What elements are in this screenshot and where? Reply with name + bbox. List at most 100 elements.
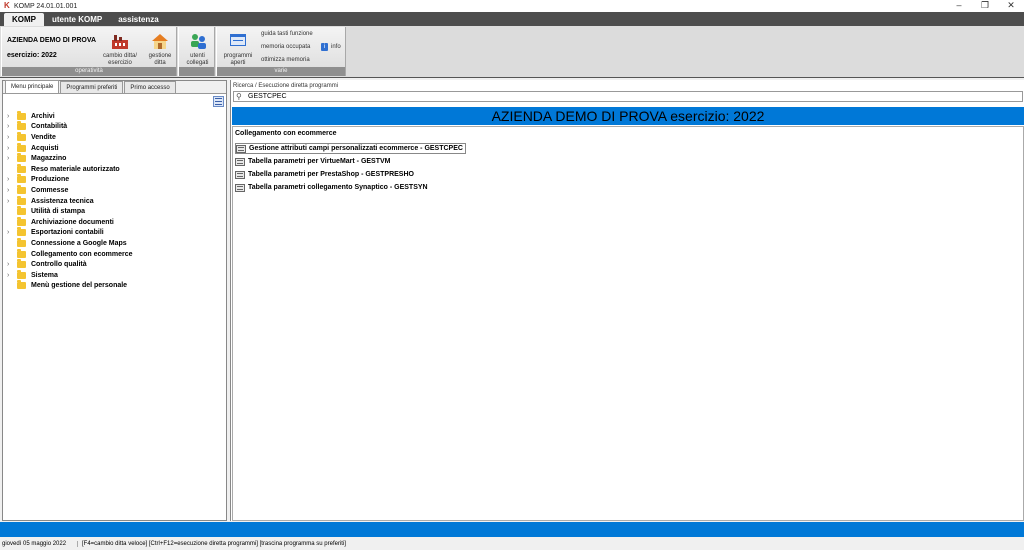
utenti-collegati-label-2: collegati	[186, 60, 209, 66]
tree-item-label: Commesse	[31, 186, 69, 194]
folder-icon	[17, 142, 26, 152]
folder-icon	[17, 280, 26, 290]
tree-item-label: Assistenza tecnica	[31, 197, 94, 205]
program-label: Tabella parametri per PrestaShop - GESTP…	[248, 171, 414, 178]
maximize-button[interactable]: ❐	[972, 0, 998, 12]
chevron-right-icon[interactable]: ›	[7, 176, 17, 183]
tree-item[interactable]: › Magazzino	[7, 153, 222, 164]
program-table-icon	[235, 183, 245, 192]
guida-tasti-link[interactable]: guida tasti funzione	[261, 31, 313, 37]
window-title: KOMP 24.01.01.001	[14, 2, 78, 10]
menu-tab-komp[interactable]: KOMP	[4, 13, 44, 26]
tree-item-label: Magazzino	[31, 155, 67, 163]
tree-item[interactable]: Collegamento con ecommerce	[7, 248, 222, 260]
search-box: ⚲	[233, 91, 1023, 102]
tree-item-label: Menù gestione del personale	[31, 282, 128, 290]
tree-item[interactable]: › Produzione	[7, 174, 222, 186]
tree-item-label: Archiviazione documenti	[31, 218, 114, 226]
tree-item-label: Acquisti	[31, 144, 59, 152]
tree-item[interactable]: Connessione a Google Maps	[7, 237, 222, 249]
folder-icon	[17, 195, 26, 205]
tree-item[interactable]: › Contabilità	[7, 121, 222, 133]
tab-menu-principale[interactable]: Menu principale	[5, 80, 60, 93]
program-item[interactable]: Tabella parametri per PrestaShop - GESTP…	[235, 169, 414, 180]
chevron-right-icon[interactable]: ›	[7, 272, 17, 279]
folder-icon	[17, 248, 26, 258]
tree-options-icon[interactable]	[213, 96, 224, 107]
ribbon: AZIENDA DEMO DI PROVA esercizio: 2022 ca…	[0, 26, 1024, 78]
folder-icon	[17, 269, 26, 279]
tree-item[interactable]: Utilità di stampa	[7, 206, 222, 217]
program-table-icon	[235, 170, 245, 179]
program-table-icon	[236, 144, 246, 153]
tree-item[interactable]: Archiviazione documenti	[7, 216, 222, 228]
search-input[interactable]	[248, 92, 1018, 101]
chevron-right-icon[interactable]: ›	[7, 229, 17, 236]
tree-item[interactable]: › Controllo qualità	[7, 259, 222, 270]
utenti-collegati-label-1: utenti	[190, 53, 205, 59]
title-bar: K KOMP 24.01.01.001 – ❐ ✕	[0, 0, 1024, 12]
chevron-right-icon[interactable]: ›	[7, 134, 17, 141]
program-label: Tabella parametri collegamento Synaptico…	[248, 184, 428, 191]
memoria-occupata-link[interactable]: memoria occupata	[261, 44, 310, 50]
gestione-ditta-button[interactable]: gestione ditta	[144, 31, 176, 67]
utenti-collegati-button[interactable]: utenti collegati	[181, 31, 214, 67]
bottom-accent-bar	[0, 522, 1024, 537]
folder-icon	[17, 163, 26, 173]
chevron-right-icon[interactable]: ›	[7, 155, 17, 162]
folder-icon	[17, 110, 26, 120]
chevron-right-icon[interactable]: ›	[7, 123, 17, 130]
info-link[interactable]: i info	[321, 43, 341, 51]
tree-item[interactable]: Reso materiale autorizzato	[7, 163, 222, 175]
folder-icon	[17, 153, 26, 163]
folder-icon	[17, 174, 26, 184]
tree-item[interactable]: Menù gestione del personale	[7, 280, 222, 292]
tab-primo-accesso[interactable]: Primo accesso	[124, 81, 176, 93]
ribbon-group-varie: programmi aperti guida tasti funzione me…	[216, 27, 346, 76]
chevron-right-icon[interactable]: ›	[7, 113, 17, 120]
group-label-varie: varie	[217, 67, 345, 76]
cambio-ditta-label-1: cambio ditta/	[102, 53, 138, 59]
menu-tab-utente-komp[interactable]: utente KOMP	[44, 13, 110, 26]
program-label: Gestione attributi campi personalizzati …	[249, 145, 463, 152]
program-item[interactable]: Tabella parametri per VirtueMart - GESTV…	[235, 156, 391, 167]
programmi-aperti-button[interactable]: programmi aperti	[219, 31, 257, 67]
tree-item-label: Collegamento con ecommerce	[31, 250, 133, 258]
tree-item[interactable]: › Archivi	[7, 110, 222, 122]
close-button[interactable]: ✕	[998, 0, 1024, 12]
tree-item[interactable]: › Assistenza tecnica	[7, 195, 222, 207]
app-logo-icon: K	[4, 1, 10, 10]
info-label: info	[331, 44, 341, 50]
menu-tab-assistenza[interactable]: assistenza	[110, 13, 166, 26]
chevron-right-icon[interactable]: ›	[7, 145, 17, 152]
section-title: Collegamento con ecommerce	[235, 130, 337, 137]
tree-item-label: Sistema	[31, 271, 58, 279]
chevron-right-icon[interactable]: ›	[7, 261, 17, 268]
folder-icon	[17, 121, 26, 131]
minimize-button[interactable]: –	[946, 0, 972, 12]
chevron-right-icon[interactable]: ›	[7, 187, 17, 194]
tree-item[interactable]: › Commesse	[7, 184, 222, 196]
tree-item-label: Controllo qualità	[31, 261, 87, 269]
program-table-icon	[235, 157, 245, 166]
chevron-right-icon[interactable]: ›	[7, 198, 17, 205]
menu-tree: › Archivi › Contabilità › Vendite › Acquisti › Ma…	[7, 110, 222, 292]
tree-item-label: Contabilità	[31, 123, 68, 131]
tree-item[interactable]: › Sistema	[7, 269, 222, 281]
search-icon: ⚲	[236, 92, 242, 101]
tree-item[interactable]: › Acquisti	[7, 142, 222, 154]
cambio-ditta-button[interactable]: cambio ditta/ esercizio	[98, 31, 142, 67]
ottimizza-memoria-link[interactable]: ottimizza memoria	[261, 57, 310, 63]
tree-item-label: Esportazioni contabili	[31, 229, 104, 237]
tree-item[interactable]: › Esportazioni contabili	[7, 227, 222, 239]
program-item[interactable]: Gestione attributi campi personalizzati …	[235, 143, 466, 154]
status-bar: giovedì 05 maggio 2022 [F4=cambio ditta …	[0, 537, 1024, 550]
factory-icon	[110, 31, 130, 51]
company-banner: AZIENDA DEMO DI PROVA esercizio: 2022	[232, 107, 1024, 125]
windows-icon	[228, 31, 248, 51]
tree-item[interactable]: › Vendite	[7, 131, 222, 143]
program-item[interactable]: Tabella parametri collegamento Synaptico…	[235, 182, 428, 193]
program-label: Tabella parametri per VirtueMart - GESTV…	[248, 158, 391, 165]
tab-programmi-preferiti[interactable]: Programmi preferiti	[60, 81, 124, 93]
ribbon-group-operativita: AZIENDA DEMO DI PROVA esercizio: 2022 ca…	[1, 27, 177, 76]
